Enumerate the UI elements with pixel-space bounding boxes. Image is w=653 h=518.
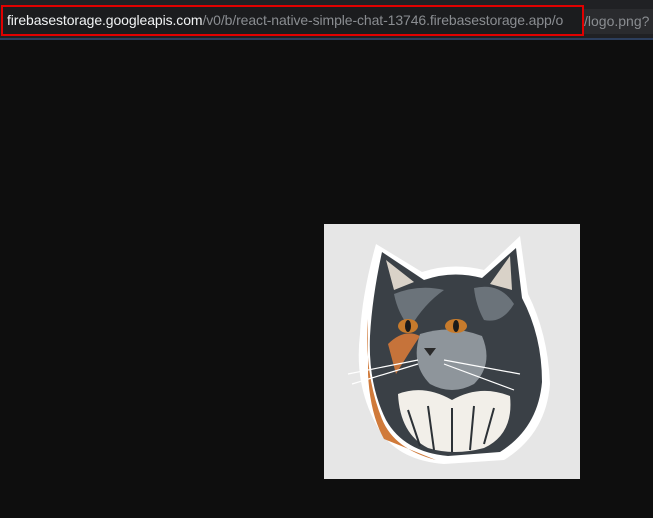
displayed-image xyxy=(324,224,580,479)
url-overflow-text: /logo.png? xyxy=(584,9,653,34)
url-path-text: /v0/b/react-native-simple-chat-13746.fir… xyxy=(202,12,564,28)
url-host-text: firebasestorage.googleapis.com xyxy=(7,12,203,28)
url-input[interactable]: firebasestorage.googleapis.com/v0/b/reac… xyxy=(1,5,584,36)
browser-address-bar: firebasestorage.googleapis.com/v0/b/reac… xyxy=(0,0,653,40)
cat-logo-icon xyxy=(347,236,550,464)
